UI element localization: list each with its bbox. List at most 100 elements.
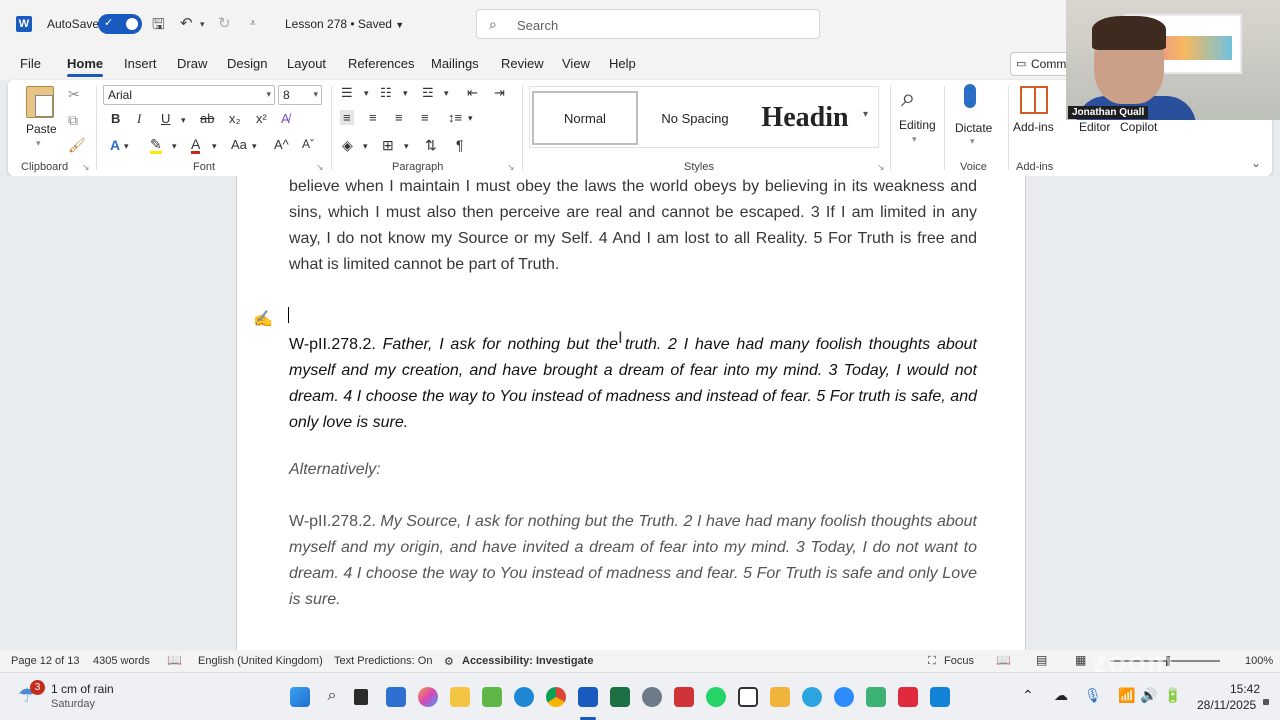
tab-help[interactable]: Help (609, 56, 636, 71)
battery-icon[interactable]: 🔋 (1164, 687, 1181, 704)
chevron-down-icon[interactable]: ▾ (364, 88, 369, 99)
style-heading[interactable]: Headin (752, 91, 858, 145)
strikethrough-button[interactable]: ab (200, 111, 214, 126)
show-formatting-icon[interactable]: ¶ (456, 137, 464, 153)
web-layout-icon[interactable]: ▦ (1075, 653, 1086, 667)
cut-icon[interactable]: ✂ (68, 86, 80, 103)
styles-launcher-icon[interactable]: ↘ (877, 162, 885, 173)
paste-icon[interactable] (26, 86, 54, 118)
tab-file[interactable]: File (20, 56, 41, 71)
add-ins-button[interactable]: Add-ins (1013, 120, 1054, 134)
search-icon[interactable]: ⌕ (322, 687, 342, 707)
print-layout-icon[interactable]: ▤ (1036, 653, 1047, 667)
font-color-icon[interactable]: A (191, 137, 201, 154)
calculator-icon[interactable] (482, 687, 502, 707)
format-painter-icon[interactable]: 🖌 (68, 137, 86, 154)
clock-date[interactable]: 28/11/2025 (1197, 698, 1256, 712)
underline-button[interactable]: U (161, 111, 170, 126)
document-title[interactable]: Lesson 278 • Saved ▼ (285, 17, 404, 31)
chevron-up-icon[interactable]: ⌃ (1022, 687, 1034, 704)
tab-design[interactable]: Design (227, 56, 267, 71)
document-page[interactable]: believe when I maintain I must obey the … (236, 176, 1026, 650)
microphone-icon[interactable] (964, 84, 976, 108)
find-icon[interactable]: ⌕ (901, 82, 916, 114)
telegram-icon[interactable] (802, 687, 822, 707)
tab-mailings[interactable]: Mailings (431, 56, 479, 71)
focus-button[interactable]: Focus (944, 655, 974, 667)
grow-font-button[interactable]: A^ (274, 137, 289, 152)
align-right-icon[interactable]: ≡ (395, 110, 403, 125)
numbering-icon[interactable]: ☷ (380, 85, 392, 101)
zoom-level[interactable]: 100% (1245, 655, 1273, 667)
notification-icon[interactable] (1263, 699, 1269, 705)
multilevel-list-icon[interactable]: ☲ (422, 85, 434, 101)
dictate-button[interactable]: Dictate (955, 121, 992, 135)
screen-share-icon[interactable] (930, 687, 950, 707)
font-name-select[interactable]: Arial ▾ (103, 85, 275, 105)
styles-more-icon[interactable]: ▾ (863, 109, 868, 120)
style-normal[interactable]: Normal (532, 91, 638, 145)
clock-time[interactable]: 15:42 (1230, 682, 1260, 696)
editing-button[interactable]: Editing (899, 118, 936, 132)
whatsapp-icon[interactable] (706, 687, 726, 707)
word-icon[interactable] (578, 687, 598, 707)
proofing-icon[interactable]: 📖 (167, 653, 182, 667)
sort-icon[interactable]: ⇅ (425, 137, 437, 154)
paragraph-3[interactable]: W-pII.278.2. My Source, I ask for nothin… (289, 509, 977, 613)
outlook-icon[interactable] (386, 687, 406, 707)
bold-button[interactable]: B (111, 111, 120, 126)
text-predictions-status[interactable]: Text Predictions: On (334, 655, 432, 667)
chevron-down-icon[interactable]: ▾ (124, 141, 129, 152)
search-input[interactable]: ⌕ Search (476, 9, 820, 39)
style-no-spacing[interactable]: No Spacing (642, 91, 748, 145)
underline-dropdown-icon[interactable]: ▾ (181, 115, 186, 126)
tab-layout[interactable]: Layout (287, 56, 326, 71)
language-status[interactable]: English (United Kingdom) (198, 655, 323, 667)
collapse-ribbon-icon[interactable]: ⌄ (1251, 156, 1261, 170)
mic-tray-icon[interactable]: 🎙 (1084, 687, 1102, 704)
shrink-font-button[interactable]: Aˇ (302, 137, 314, 151)
document-canvas[interactable]: believe when I maintain I must obey the … (0, 176, 1280, 650)
tab-view[interactable]: View (562, 56, 590, 71)
chrome-icon[interactable] (546, 687, 566, 707)
app-icon[interactable] (866, 687, 886, 707)
italic-button[interactable]: I (137, 111, 141, 127)
font-launcher-icon[interactable]: ↘ (316, 162, 324, 173)
add-ins-icon[interactable] (1020, 86, 1048, 114)
media-icon[interactable] (770, 687, 790, 707)
superscript-button[interactable]: x² (256, 111, 267, 126)
paragraph-launcher-icon[interactable]: ↘ (507, 162, 515, 173)
font-size-select[interactable]: 8 ▾ (278, 85, 322, 105)
alternatively-heading[interactable]: Alternatively: (289, 457, 977, 483)
start-windows-icon[interactable] (290, 687, 310, 707)
line-spacing-icon[interactable]: ↕≡ (448, 110, 462, 125)
align-left-icon[interactable]: ≡ (340, 110, 354, 125)
excel-icon[interactable] (610, 687, 630, 707)
chevron-down-icon[interactable]: ▾ (403, 88, 408, 99)
highlight-color-icon[interactable]: ✎ (150, 137, 162, 154)
volume-icon[interactable]: 🔊 (1140, 687, 1157, 704)
tab-insert[interactable]: Insert (124, 56, 157, 71)
bullets-icon[interactable]: ☰ (341, 85, 353, 101)
headset-icon[interactable] (898, 687, 918, 707)
chevron-down-icon[interactable]: ▾ (252, 141, 257, 152)
borders-icon[interactable]: ⊞ (382, 137, 394, 154)
chevron-down-icon[interactable]: ▾ (212, 141, 217, 152)
clipboard-launcher-icon[interactable]: ↘ (82, 162, 90, 173)
file-explorer-icon[interactable] (450, 687, 470, 707)
page-count[interactable]: Page 12 of 13 (11, 655, 80, 667)
onedrive-icon[interactable]: ☁ (1054, 687, 1068, 704)
copy-icon[interactable]: ⧉ (68, 112, 78, 129)
tab-home[interactable]: Home (67, 56, 104, 77)
tab-draw[interactable]: Draw (177, 56, 207, 71)
chevron-down-icon[interactable]: ▾ (468, 113, 473, 124)
accessibility-status[interactable]: Accessibility: Investigate (462, 655, 593, 667)
chevron-down-icon[interactable]: ▾ (912, 134, 917, 145)
shading-icon[interactable]: ◈ (342, 137, 353, 154)
chevron-down-icon[interactable]: ▾ (363, 141, 368, 152)
clear-formatting-icon[interactable]: A̸ (281, 111, 290, 126)
word-count[interactable]: 4305 words (93, 655, 150, 667)
clock-icon[interactable] (738, 687, 758, 707)
pen-icon[interactable]: ✍ (253, 309, 273, 329)
paste-button[interactable]: Paste (26, 122, 57, 136)
